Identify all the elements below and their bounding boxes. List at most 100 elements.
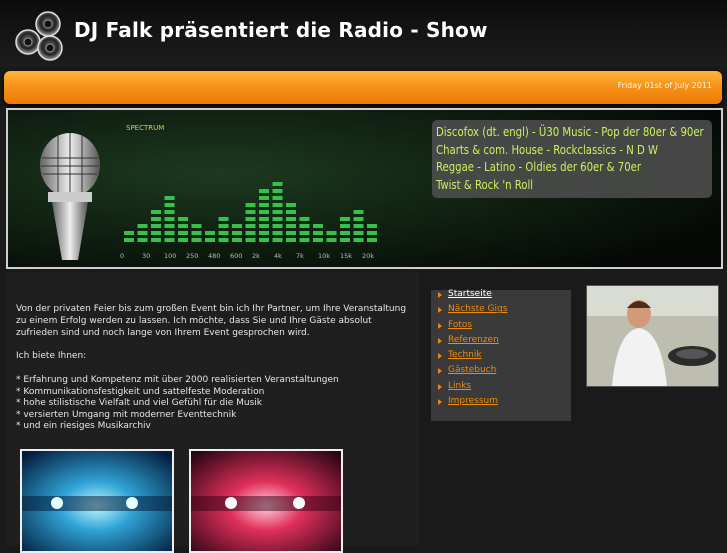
equalizer-segment	[353, 238, 364, 242]
freq-label: 4k	[274, 252, 282, 260]
freq-label: 100	[164, 252, 176, 260]
equalizer-segment	[205, 238, 215, 242]
freq-label: 0	[120, 252, 124, 260]
equalizer-segment	[151, 210, 161, 214]
equalizer-segment	[151, 217, 161, 221]
equalizer-segment	[272, 196, 283, 200]
nav-link[interactable]: Links	[448, 381, 471, 391]
equalizer-segment	[367, 224, 377, 228]
equalizer-segment	[353, 210, 364, 214]
freq-label: 30	[142, 252, 150, 260]
equalizer-segment	[151, 224, 161, 228]
list-item: * Erfahrung und Kompetenz mit über 2000 …	[16, 375, 339, 385]
current-date: Friday 01st of July 2011	[617, 81, 712, 90]
site-title: DJ Falk präsentiert die Radio - Show	[74, 18, 488, 42]
nav-link[interactable]: Nächste Gigs	[448, 304, 507, 314]
equalizer-segment	[232, 238, 242, 242]
main-content: Von der privaten Feier bis zum großen Ev…	[6, 272, 419, 553]
equalizer-segment	[191, 231, 202, 235]
equalizer-segment	[340, 224, 350, 228]
equalizer-segment	[272, 189, 283, 193]
equalizer-segment	[245, 203, 256, 207]
equalizer-segment	[178, 238, 188, 242]
freq-label: 2k	[252, 252, 260, 260]
equalizer-segment	[245, 238, 256, 242]
equalizer-segment	[137, 224, 148, 228]
equalizer-segment	[164, 196, 175, 200]
equalizer-segment	[232, 231, 242, 235]
equalizer-segment	[124, 231, 134, 235]
equalizer-segment	[164, 238, 175, 242]
nav-link[interactable]: Referenzen	[448, 335, 499, 345]
equalizer-segment	[137, 231, 148, 235]
genre-line: Twist & Rock 'n Roll	[436, 177, 534, 192]
freq-label: 20k	[362, 252, 374, 260]
offer-heading: Ich biete Ihnen:	[16, 351, 87, 361]
equalizer-segment	[259, 238, 269, 242]
site-header: DJ Falk präsentiert die Radio - Show	[0, 0, 727, 66]
equalizer-segment	[164, 203, 175, 207]
equalizer-segment	[259, 189, 269, 193]
equalizer-segment	[245, 224, 256, 228]
spectrum-label: SPECTRUM	[126, 124, 164, 132]
equalizer-segment	[164, 224, 175, 228]
equalizer-segment	[178, 217, 188, 221]
equalizer-segment	[286, 210, 296, 214]
freq-label: 600	[230, 252, 242, 260]
nav-link[interactable]: Gästebuch	[448, 365, 496, 375]
bullet-icon	[438, 353, 442, 360]
genre-line: Discofox (dt. engl) - Ü30 Music - Pop de…	[436, 124, 704, 139]
nav-link[interactable]: Startseite	[448, 289, 492, 299]
list-item: * Kommunikationsfestigkeit und sattelfes…	[16, 386, 265, 397]
genre-line: Reggae - Latino - Oldies der 60er & 70er	[436, 159, 642, 174]
bullet-icon	[438, 368, 442, 375]
bullet-icon	[438, 383, 442, 390]
equalizer-segment	[259, 224, 269, 228]
equalizer-segment	[272, 238, 283, 242]
equalizer-segment	[137, 238, 148, 242]
equalizer-segment	[178, 224, 188, 228]
equalizer-segment	[299, 217, 310, 221]
nav-link[interactable]: Technik	[448, 350, 482, 360]
event-photo-blue[interactable]	[20, 449, 174, 553]
equalizer-segment	[191, 238, 202, 242]
equalizer-segment	[232, 224, 242, 228]
equalizer-segment	[272, 231, 283, 235]
equalizer-segment	[367, 231, 377, 235]
equalizer-segment	[353, 231, 364, 235]
equalizer-segment	[205, 231, 215, 235]
equalizer-segment	[340, 238, 350, 242]
bullet-icon	[438, 322, 442, 329]
equalizer-segment	[272, 224, 283, 228]
list-item: * versierten Umgang mit moderner Eventte…	[16, 409, 237, 420]
bullet-icon	[438, 307, 442, 314]
equalizer-segment	[124, 238, 134, 242]
equalizer-segment	[259, 210, 269, 214]
intro-text: Von der privaten Feier bis zum großen Ev…	[16, 304, 407, 338]
bullet-icon	[438, 399, 442, 406]
equalizer-segment	[218, 217, 229, 221]
nav-link[interactable]: Fotos	[448, 320, 472, 330]
date-bar: Friday 01st of July 2011	[4, 71, 722, 104]
freq-label: 7k	[296, 252, 304, 260]
equalizer-segment	[259, 217, 269, 221]
equalizer-segment	[151, 238, 161, 242]
equalizer-segment	[272, 182, 283, 186]
equalizer-segment	[178, 231, 188, 235]
bullet-icon	[438, 337, 442, 344]
equalizer-segment	[313, 238, 323, 242]
dj-photo	[586, 285, 719, 387]
equalizer-segment	[313, 231, 323, 235]
equalizer-segment	[245, 231, 256, 235]
equalizer-segment	[259, 203, 269, 207]
equalizer-segment	[191, 224, 202, 228]
hero-banner: SPECTRUM 0 30 100 250 480 600 2k 4k 7k 10k 15k 20k …	[6, 108, 723, 269]
navigation-menu: Startseite Nächste Gigs Fotos Referenzen…	[431, 289, 571, 421]
event-photo-red[interactable]	[189, 449, 343, 553]
equalizer-segment	[164, 210, 175, 214]
equalizer-segment	[299, 238, 310, 242]
freq-label: 15k	[340, 252, 352, 260]
equalizer-segment	[218, 231, 229, 235]
nav-link[interactable]: Impressum	[448, 396, 498, 406]
equalizer-segment	[259, 231, 269, 235]
